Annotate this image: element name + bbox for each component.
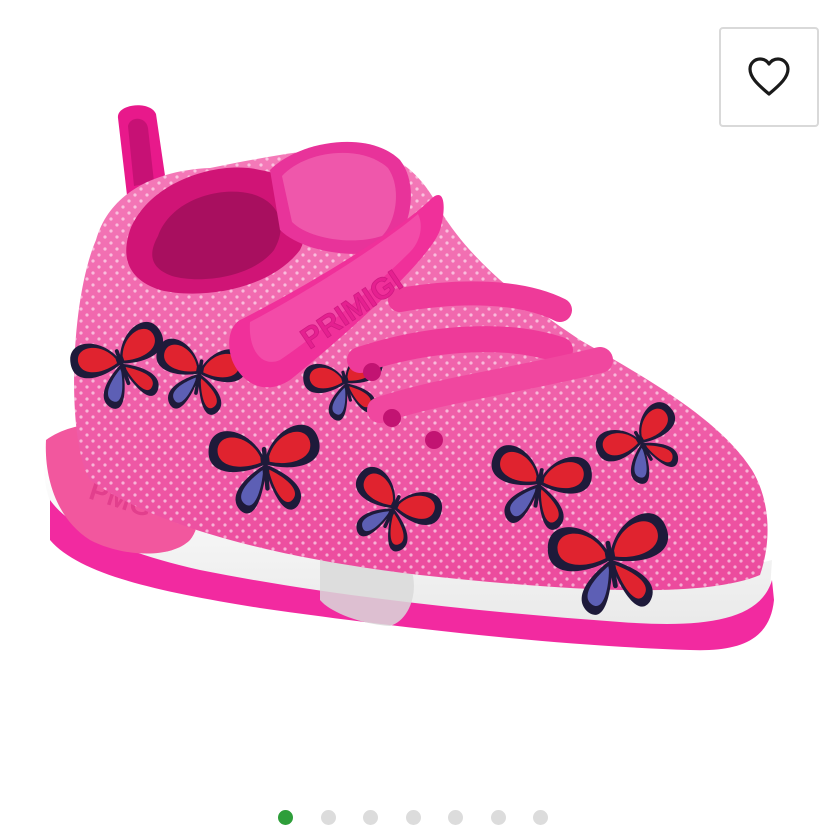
wishlist-button[interactable] — [719, 27, 819, 127]
carousel-dot-active[interactable] — [278, 810, 293, 825]
heart-outline-icon — [748, 57, 790, 96]
carousel-dot[interactable] — [363, 810, 378, 825]
carousel-dot[interactable] — [533, 810, 548, 825]
carousel-dot[interactable] — [320, 810, 336, 825]
carousel-dot[interactable] — [490, 810, 506, 825]
product-image[interactable]: PMG PRIMIGI — [0, 0, 828, 790]
carousel-dot[interactable] — [448, 810, 463, 825]
carousel-pagination — [0, 806, 828, 828]
carousel-dot[interactable] — [405, 810, 421, 825]
product-image-viewer: PMG PRIMIGI Pink butterfly-print kids sn… — [0, 0, 828, 828]
